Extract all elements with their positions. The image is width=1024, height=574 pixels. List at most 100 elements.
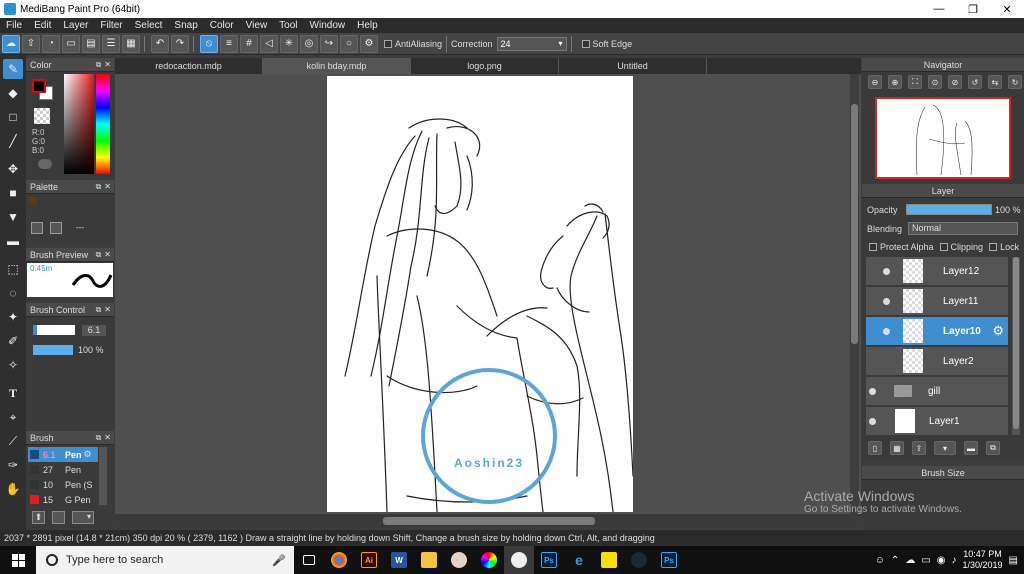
new-folder-icon[interactable]: ▬ — [964, 441, 978, 455]
parallel-snap-icon[interactable]: ≡ — [220, 34, 238, 53]
taskbar-app-photoshop[interactable]: Ps — [534, 546, 564, 574]
brush-item[interactable]: 6.1 Pen ⚙ — [28, 447, 98, 462]
menu-snap[interactable]: Snap — [168, 20, 203, 31]
zoom-out-icon[interactable]: ⊖ — [868, 75, 882, 89]
bucket-tool-icon[interactable]: ▼ — [3, 207, 23, 227]
crisscross-snap-icon[interactable]: # — [240, 34, 258, 53]
zoom-actual-icon[interactable]: ⊘ — [948, 75, 962, 89]
flip-icon[interactable]: ⇆ — [988, 75, 1002, 89]
grid-icon[interactable]: ▦ — [122, 34, 140, 53]
new-layer-icon[interactable]: ▯ — [868, 441, 882, 455]
vanishing-snap-icon[interactable]: ◁ — [260, 34, 278, 53]
taskbar-app-illustrator[interactable]: Ai — [354, 546, 384, 574]
taskbar-app-edge[interactable]: e — [564, 546, 594, 574]
list-icon[interactable]: ☰ — [102, 34, 120, 53]
layer-scroll-thumb[interactable] — [1013, 257, 1019, 429]
panel-pop-icon[interactable]: ⧉ — [96, 305, 102, 315]
page-icon[interactable]: ▤ — [82, 34, 100, 53]
protect-alpha-checkbox[interactable] — [869, 243, 877, 251]
brush-size-value[interactable]: 6.1 — [82, 325, 106, 336]
move-tool-icon[interactable]: ✥ — [3, 159, 23, 179]
close-button[interactable]: ✕ — [990, 3, 1024, 16]
fit-icon[interactable]: ⛶ — [908, 75, 922, 89]
brush-add-icon[interactable]: ⬆ — [32, 511, 45, 524]
taskbar-app-medibang[interactable] — [504, 546, 534, 574]
visibility-eye-icon[interactable] — [869, 417, 876, 425]
visibility-eye-icon[interactable] — [883, 327, 890, 335]
canvas-area[interactable]: Aoshin23 — [115, 74, 861, 514]
panel-close-icon[interactable]: ✕ — [104, 182, 111, 192]
canvas-horizontal-scrollbar[interactable] — [115, 514, 861, 528]
panel-close-icon[interactable]: ✕ — [104, 433, 111, 443]
menu-view[interactable]: View — [240, 20, 274, 31]
brush-opacity-slider[interactable] — [33, 345, 73, 355]
visibility-eye-icon[interactable] — [869, 387, 876, 395]
taskbar-app-photoshop-2[interactable]: Ps — [654, 546, 684, 574]
select-rect-tool-icon[interactable]: ⬚ — [3, 259, 23, 279]
gradient-tool-icon[interactable]: ▬ — [3, 231, 23, 251]
layer-opacity-slider[interactable] — [906, 204, 992, 215]
maximize-button[interactable]: ❐ — [956, 3, 990, 16]
ellipse-snap-icon[interactable]: ○ — [340, 34, 358, 53]
layer-row[interactable]: Layer1 — [866, 407, 1008, 436]
canvas-vertical-scroll-thumb[interactable] — [851, 104, 858, 344]
canvas-vertical-scrollbar[interactable] — [850, 74, 859, 514]
taskbar-app-explorer[interactable] — [414, 546, 444, 574]
panel-close-icon[interactable]: ✕ — [104, 305, 111, 315]
duplicate-layer-icon[interactable]: ⧉ — [986, 441, 1000, 455]
circle-snap-icon[interactable]: ◎ — [300, 34, 318, 53]
start-button[interactable] — [0, 546, 36, 574]
speech-icon[interactable]: ▭ — [62, 34, 80, 53]
curve-snap-icon[interactable]: ↪ — [320, 34, 338, 53]
visibility-eye-icon[interactable] — [883, 267, 890, 275]
drawing-paper[interactable]: Aoshin23 — [327, 76, 633, 512]
correction-select[interactable]: 24 — [496, 36, 567, 51]
menu-filter[interactable]: Filter — [94, 20, 128, 31]
menu-file[interactable]: File — [0, 20, 28, 31]
brush-tool-icon[interactable]: ✎ — [3, 59, 23, 79]
palette-color-cell[interactable] — [29, 197, 37, 205]
task-view-button[interactable] — [294, 546, 324, 574]
blending-select[interactable]: Normal — [908, 222, 1018, 235]
tray-chevron-icon[interactable]: ⌃ — [891, 555, 899, 566]
taskbar-app-color[interactable] — [474, 546, 504, 574]
panel-pop-icon[interactable]: ⧉ — [96, 250, 102, 260]
select-pen-tool-icon[interactable]: ✐ — [3, 331, 23, 351]
line-tool-icon[interactable]: ╱ — [3, 131, 23, 151]
brush-menu-icon[interactable]: ▾ — [72, 511, 94, 524]
brush-panel-scrollbar[interactable] — [99, 447, 107, 505]
panel-pop-icon[interactable]: ⧉ — [96, 60, 102, 70]
clipping-checkbox[interactable] — [939, 243, 948, 251]
eyedropper-tool-icon[interactable]: ✑ — [3, 455, 23, 475]
menu-color[interactable]: Color — [204, 20, 240, 31]
soft-edge-checkbox[interactable] — [581, 39, 590, 48]
microphone-icon[interactable]: 🎤 — [272, 554, 286, 567]
layer-row-selected[interactable]: Layer10 ⚙ — [866, 317, 1008, 346]
comment-icon[interactable]: ◔ — [42, 34, 60, 53]
hand-tool-icon[interactable]: ✋ — [3, 479, 23, 499]
rotate-right-icon[interactable]: ↻ — [1008, 75, 1022, 89]
brush-page-icon[interactable] — [52, 511, 65, 524]
divide-tool-icon[interactable]: ⟋ — [3, 431, 23, 451]
text-tool-icon[interactable]: T — [3, 383, 23, 403]
select-eraser-tool-icon[interactable]: ✧ — [3, 355, 23, 375]
layer-settings-icon[interactable]: ⚙ — [992, 323, 1004, 339]
panel-close-icon[interactable]: ✕ — [104, 250, 111, 260]
palette-delete-icon[interactable] — [50, 222, 62, 234]
tab-document[interactable]: Untitled — [559, 58, 707, 74]
brush-size-slider[interactable] — [33, 325, 75, 335]
menu-window[interactable]: Window — [304, 20, 352, 31]
canvas-horizontal-scroll-thumb[interactable] — [383, 517, 595, 525]
brush-settings-icon[interactable]: ⚙ — [84, 449, 92, 460]
magic-wand-tool-icon[interactable]: ✦ — [3, 307, 23, 327]
layer-folder-row[interactable]: gill — [866, 377, 1008, 406]
taskbar-search-box[interactable]: Type here to search 🎤 — [36, 546, 294, 574]
brush-item[interactable]: 15 G Pen — [28, 492, 98, 507]
redo-icon[interactable]: ↷ — [171, 34, 189, 53]
antialiasing-checkbox[interactable] — [384, 39, 392, 48]
snap-off-icon[interactable]: ⦸ — [200, 34, 218, 53]
menu-select[interactable]: Select — [129, 20, 169, 31]
layer-scrollbar[interactable] — [1012, 257, 1020, 435]
tab-document[interactable]: redocaction.mdp — [115, 58, 263, 74]
hue-slider[interactable] — [96, 74, 110, 174]
